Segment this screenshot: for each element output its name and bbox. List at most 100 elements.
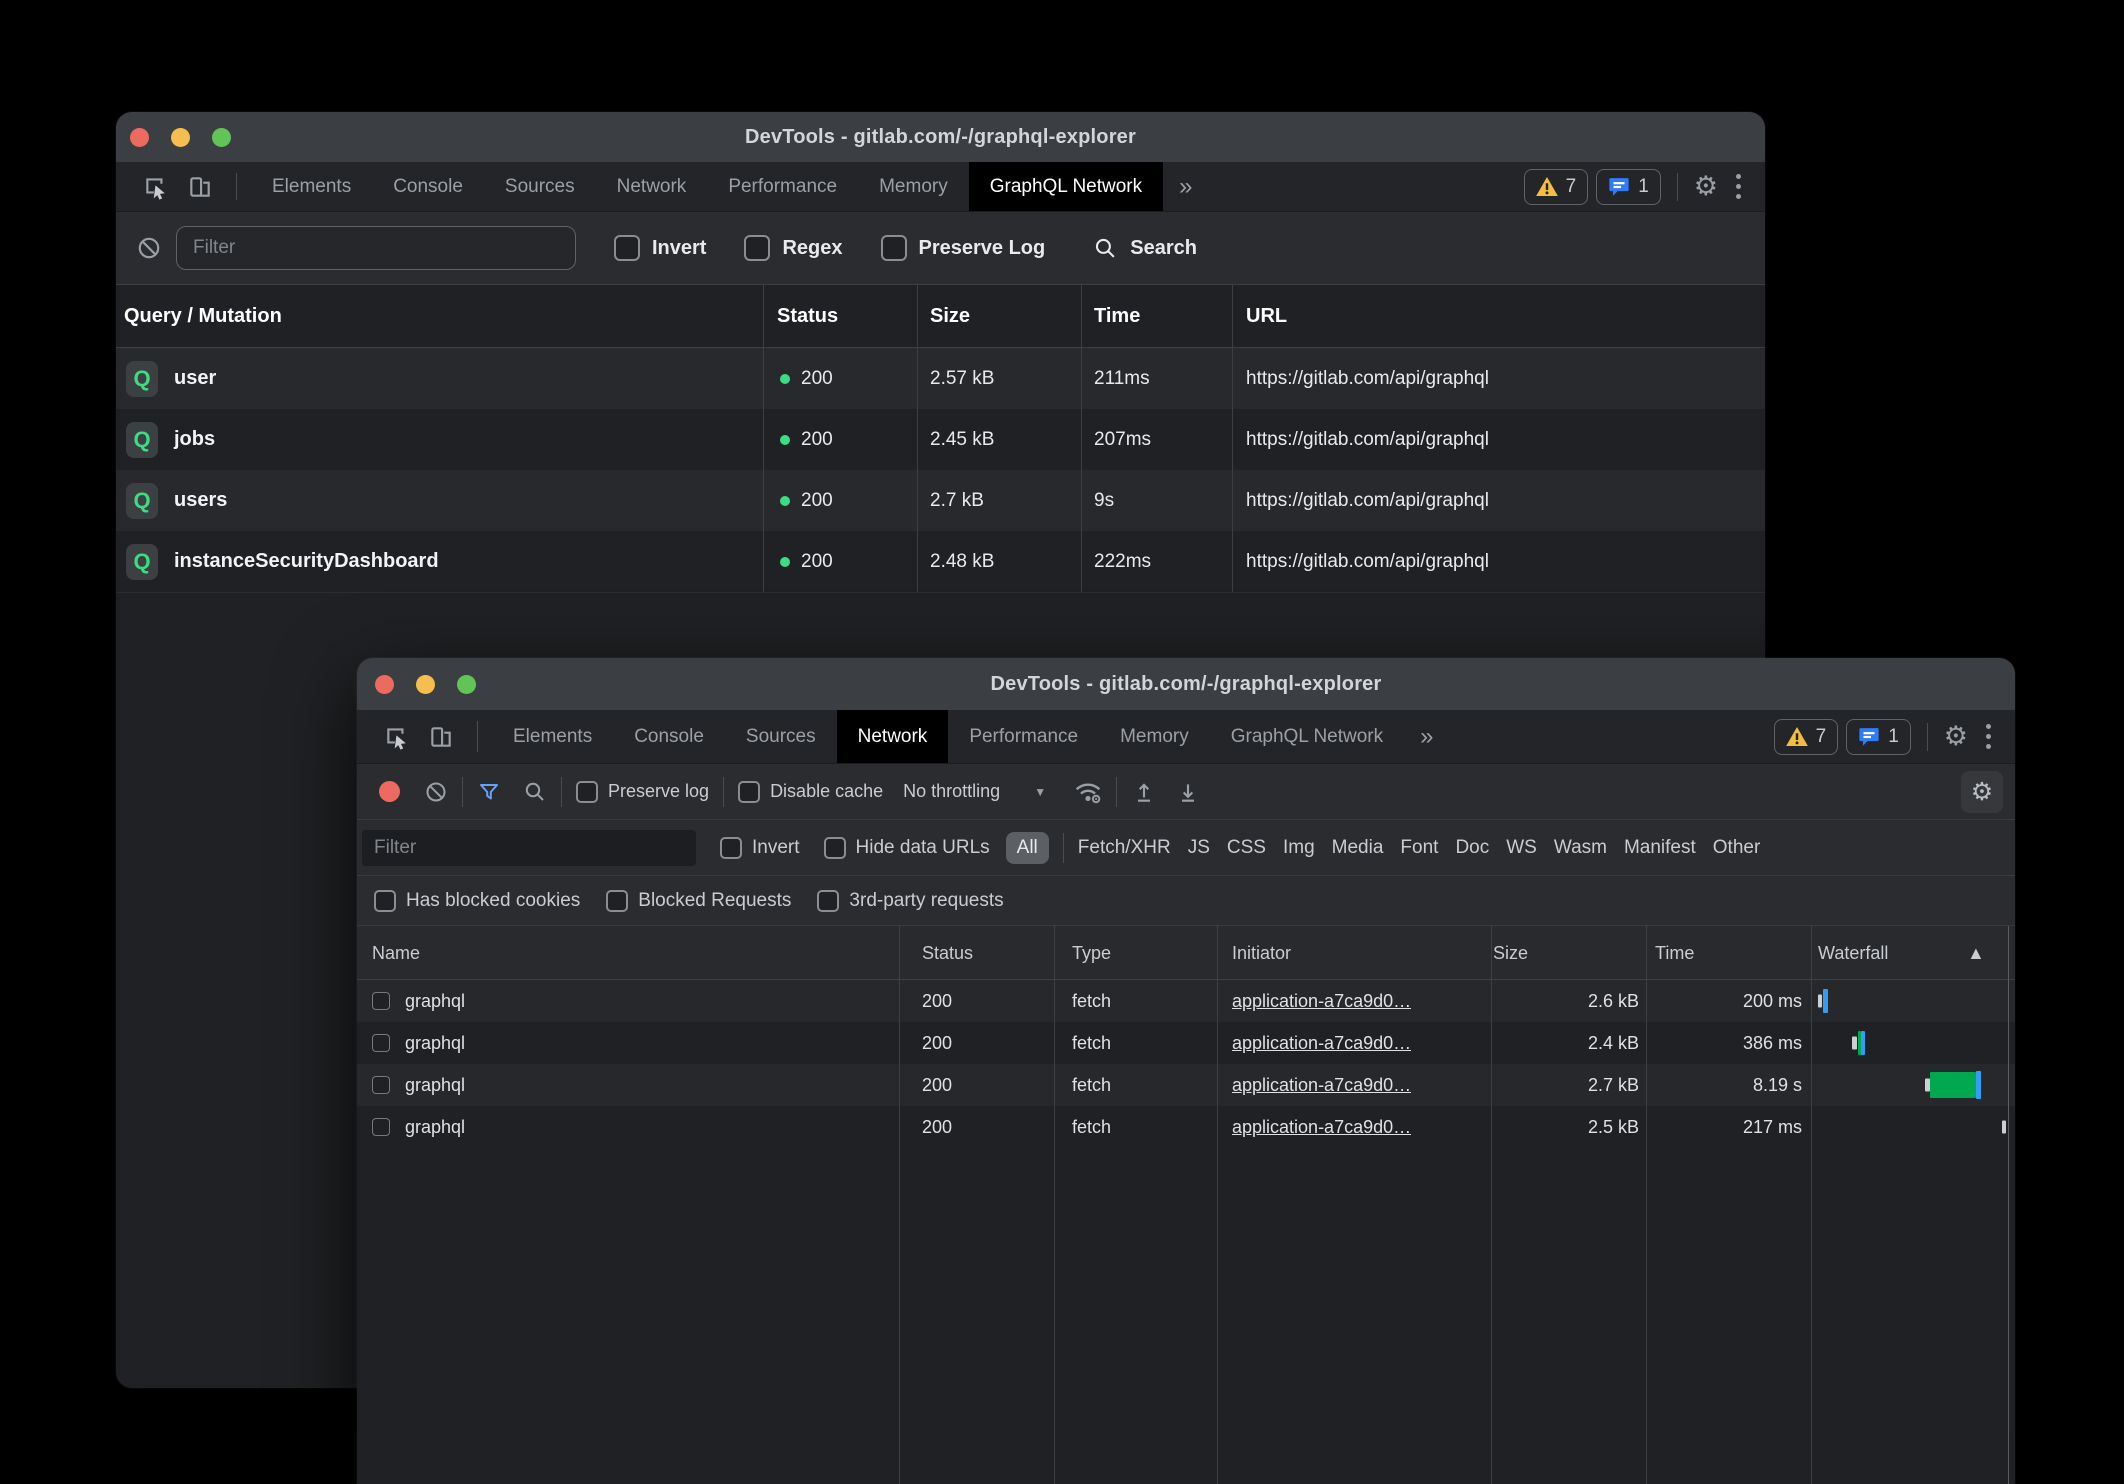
issues-badge[interactable]: 1: [1596, 169, 1661, 205]
tab-console[interactable]: Console: [613, 710, 725, 763]
request-initiator-link[interactable]: application-a7ca9d0…: [1232, 1106, 1411, 1148]
device-toolbar-icon[interactable]: [178, 162, 222, 211]
settings-gear-icon[interactable]: ⚙: [1944, 723, 1968, 750]
column-time[interactable]: Time: [1094, 285, 1140, 348]
inspect-element-icon[interactable]: [134, 162, 178, 211]
network-request-row[interactable]: graphql 200 fetch application-a7ca9d0… 2…: [357, 980, 2015, 1022]
more-options-icon[interactable]: [1976, 724, 2001, 749]
invert-checkbox[interactable]: [614, 235, 640, 261]
column-initiator[interactable]: Initiator: [1232, 926, 1291, 980]
filter-chip-font[interactable]: Font: [1400, 837, 1438, 859]
import-har-icon[interactable]: [1131, 779, 1157, 805]
tab-network[interactable]: Network: [837, 710, 949, 763]
filter-chip-css[interactable]: CSS: [1227, 837, 1266, 859]
tab-network[interactable]: Network: [596, 162, 708, 211]
filter-chip-fetch-xhr[interactable]: Fetch/XHR: [1078, 837, 1171, 859]
warnings-badge[interactable]: 7: [1774, 719, 1839, 755]
tab-memory[interactable]: Memory: [1099, 710, 1210, 763]
third-party-requests-checkbox[interactable]: [817, 890, 839, 912]
column-status[interactable]: Status: [922, 926, 973, 980]
titlebar[interactable]: DevTools - gitlab.com/-/graphql-explorer: [357, 658, 2015, 710]
filter-chip-ws[interactable]: WS: [1506, 837, 1537, 859]
row-checkbox[interactable]: [372, 1034, 390, 1052]
network-request-row[interactable]: graphql 200 fetch application-a7ca9d0… 2…: [357, 1106, 2015, 1148]
search-icon[interactable]: [523, 780, 547, 804]
filter-chip-doc[interactable]: Doc: [1455, 837, 1489, 859]
tab-sources[interactable]: Sources: [484, 162, 596, 211]
column-url[interactable]: URL: [1246, 285, 1287, 348]
row-checkbox[interactable]: [372, 1076, 390, 1094]
request-initiator-link[interactable]: application-a7ca9d0…: [1232, 1064, 1411, 1106]
close-window-button[interactable]: [130, 128, 149, 147]
invert-checkbox[interactable]: [720, 837, 742, 859]
zoom-window-button[interactable]: [457, 675, 476, 694]
filter-chip-wasm[interactable]: Wasm: [1554, 837, 1607, 859]
tab-performance[interactable]: Performance: [948, 710, 1099, 763]
filter-chip-other[interactable]: Other: [1713, 837, 1761, 859]
throttling-dropdown[interactable]: No throttling: [903, 781, 1000, 802]
filter-chip-all[interactable]: All: [1006, 832, 1049, 864]
export-har-icon[interactable]: [1175, 779, 1201, 805]
tab-sources[interactable]: Sources: [725, 710, 837, 763]
filter-chip-js[interactable]: JS: [1188, 837, 1210, 859]
column-waterfall[interactable]: Waterfall: [1818, 926, 1888, 980]
column-name[interactable]: Name: [372, 926, 420, 980]
search-button[interactable]: Search: [1093, 236, 1197, 261]
column-type[interactable]: Type: [1072, 926, 1111, 980]
tab-memory[interactable]: Memory: [858, 162, 969, 211]
more-options-icon[interactable]: [1726, 174, 1751, 199]
filter-chip-img[interactable]: Img: [1283, 837, 1315, 859]
tab-graphql-network[interactable]: GraphQL Network: [969, 162, 1163, 211]
warnings-badge[interactable]: 7: [1524, 169, 1589, 205]
regex-toggle[interactable]: Regex: [744, 235, 842, 261]
network-settings-button[interactable]: ⚙: [1961, 771, 2003, 813]
preserve-log-checkbox[interactable]: [576, 781, 598, 803]
preserve-log-checkbox[interactable]: [881, 235, 907, 261]
tab-elements[interactable]: Elements: [492, 710, 613, 763]
request-initiator-link[interactable]: application-a7ca9d0…: [1232, 1022, 1411, 1064]
network-request-row[interactable]: graphql 200 fetch application-a7ca9d0… 2…: [357, 1064, 2015, 1106]
filter-chip-manifest[interactable]: Manifest: [1624, 837, 1696, 859]
issues-badge[interactable]: 1: [1846, 719, 1911, 755]
graphql-row-user[interactable]: Q user 200 2.57 kB 211ms https://gitlab.…: [116, 348, 1765, 409]
minimize-window-button[interactable]: [416, 675, 435, 694]
minimize-window-button[interactable]: [171, 128, 190, 147]
tab-performance[interactable]: Performance: [707, 162, 858, 211]
more-tabs-icon[interactable]: »: [1163, 162, 1208, 211]
inspect-element-icon[interactable]: [375, 710, 419, 763]
graphql-row-users[interactable]: Q users 200 2.7 kB 9s https://gitlab.com…: [116, 470, 1765, 531]
tab-graphql-network[interactable]: GraphQL Network: [1210, 710, 1404, 763]
sort-ascending-icon[interactable]: ▲: [1967, 926, 1985, 980]
settings-gear-icon[interactable]: ⚙: [1694, 173, 1718, 200]
has-blocked-cookies-checkbox[interactable]: [374, 890, 396, 912]
column-query-mutation[interactable]: Query / Mutation: [124, 285, 282, 348]
tab-console[interactable]: Console: [372, 162, 484, 211]
row-checkbox[interactable]: [372, 1118, 390, 1136]
disable-cache-checkbox[interactable]: [738, 781, 760, 803]
more-tabs-icon[interactable]: »: [1404, 710, 1449, 763]
hide-data-urls-checkbox[interactable]: [824, 837, 846, 859]
graphql-row-instance-security-dashboard[interactable]: Q instanceSecurityDashboard 200 2.48 kB …: [116, 531, 1765, 593]
column-time[interactable]: Time: [1655, 926, 1694, 980]
filter-funnel-icon[interactable]: [477, 780, 501, 804]
tab-elements[interactable]: Elements: [251, 162, 372, 211]
record-network-log-button[interactable]: [379, 781, 400, 802]
filter-chip-media[interactable]: Media: [1332, 837, 1384, 859]
graphql-filter-input[interactable]: [176, 226, 576, 270]
column-size[interactable]: Size: [1493, 926, 1528, 980]
block-icon[interactable]: [136, 235, 162, 261]
column-size[interactable]: Size: [930, 285, 970, 348]
graphql-row-jobs[interactable]: Q jobs 200 2.45 kB 207ms https://gitlab.…: [116, 409, 1765, 470]
device-toolbar-icon[interactable]: [419, 710, 463, 763]
regex-checkbox[interactable]: [744, 235, 770, 261]
titlebar[interactable]: DevTools - gitlab.com/-/graphql-explorer: [116, 112, 1765, 162]
preserve-log-toggle[interactable]: Preserve Log: [881, 235, 1046, 261]
network-filter-input[interactable]: [362, 830, 696, 866]
zoom-window-button[interactable]: [212, 128, 231, 147]
column-status[interactable]: Status: [777, 285, 838, 348]
invert-toggle[interactable]: Invert: [614, 235, 706, 261]
request-initiator-link[interactable]: application-a7ca9d0…: [1232, 980, 1411, 1022]
blocked-requests-checkbox[interactable]: [606, 890, 628, 912]
close-window-button[interactable]: [375, 675, 394, 694]
network-request-row[interactable]: graphql 200 fetch application-a7ca9d0… 2…: [357, 1022, 2015, 1064]
